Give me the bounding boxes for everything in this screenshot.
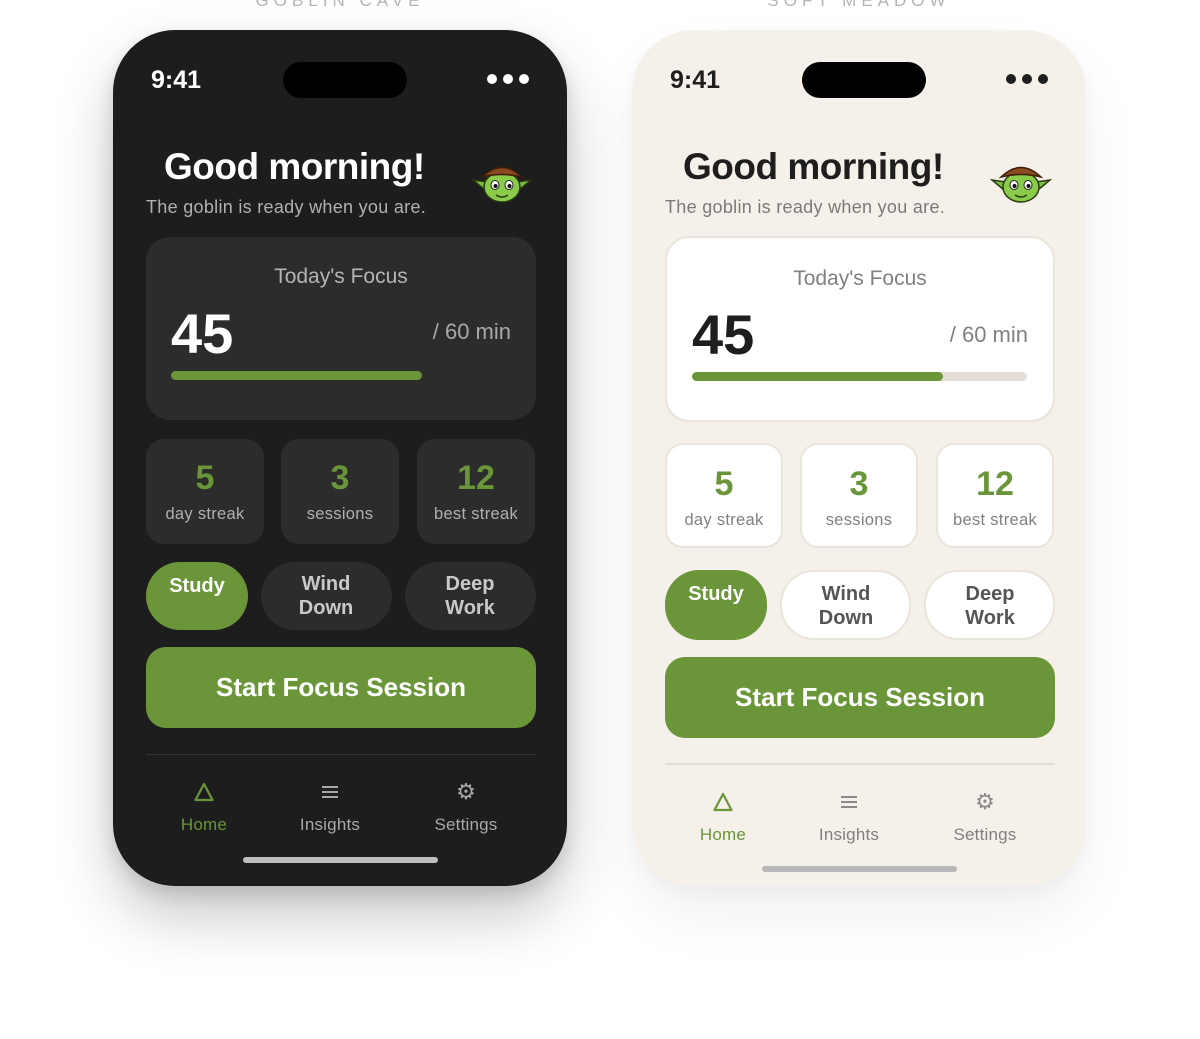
nav-settings[interactable]: ⚙ Settings <box>406 778 526 835</box>
focus-progress-bar <box>171 371 506 380</box>
stat-label: sessions <box>306 505 374 523</box>
mode-deep-work-chip[interactable]: Deep Work <box>924 570 1055 640</box>
stats-row: 5 day streak 3 sessions 12 best streak <box>665 443 1055 548</box>
dynamic-island <box>283 62 407 98</box>
phone-soft-meadow: 9:41 Good morning! The goblin is ready w… <box>632 30 1086 886</box>
nav-label: Home <box>180 815 228 834</box>
home-indicator[interactable] <box>762 866 957 872</box>
stat-sessions: 3 sessions <box>800 443 918 548</box>
nav-insights[interactable]: Insights <box>270 778 390 835</box>
status-time: 9:41 <box>151 66 202 94</box>
todays-focus-card: Today's Focus 45 / 60 min <box>665 236 1055 422</box>
stat-best-streak: 12 best streak <box>936 443 1054 548</box>
stat-sessions: 3 sessions <box>281 439 399 544</box>
stat-label: best streak <box>433 505 518 523</box>
focus-title: Today's Focus <box>793 267 927 290</box>
home-triangle-icon <box>194 782 214 802</box>
mode-label: Deep Work <box>445 573 495 619</box>
nav-home[interactable]: Home <box>663 788 783 845</box>
focus-progress-fill <box>171 371 423 380</box>
nav-label: Insights <box>299 815 361 834</box>
mode-study-chip[interactable]: Study <box>665 570 767 640</box>
home-triangle-icon <box>713 792 733 812</box>
focus-goal: / 60 min <box>432 319 511 344</box>
stat-value: 5 <box>195 459 215 497</box>
nav-settings[interactable]: ⚙ Settings <box>925 788 1045 845</box>
dynamic-island <box>802 62 926 98</box>
theme-label: GOBLIN CAVE <box>255 0 425 10</box>
goblin-mascot-icon <box>990 166 1052 203</box>
mode-label: Study <box>169 575 225 597</box>
stat-label: best streak <box>952 511 1037 529</box>
stat-value: 5 <box>714 465 734 503</box>
mode-deep-work-chip[interactable]: Deep Work <box>405 562 536 630</box>
stat-day-streak: 5 day streak <box>665 443 783 548</box>
stat-label: sessions <box>825 511 893 529</box>
mode-label: Study <box>688 583 744 605</box>
list-icon <box>841 796 857 808</box>
nav-home[interactable]: Home <box>144 778 264 835</box>
focus-goal: / 60 min <box>949 322 1028 347</box>
focus-progress-fill <box>692 372 944 381</box>
todays-focus-card: Today's Focus 45 / 60 min <box>146 237 536 420</box>
more-options-icon[interactable] <box>1006 74 1048 84</box>
greeting-title: Good morning! <box>683 146 944 187</box>
greeting-title: Good morning! <box>164 146 425 187</box>
focus-progress-bar <box>692 372 1027 381</box>
stat-value: 12 <box>976 465 1014 503</box>
greeting-subtitle: The goblin is ready when you are. <box>665 197 946 217</box>
stat-value: 3 <box>330 459 350 497</box>
home-indicator[interactable] <box>243 857 438 863</box>
focus-title: Today's Focus <box>274 265 408 288</box>
theme-label: SOFT MEADOW <box>767 0 951 10</box>
stat-value: 3 <box>849 465 869 503</box>
nav-label: Settings <box>953 825 1017 844</box>
nav-divider <box>665 763 1055 765</box>
greeting-subtitle: The goblin is ready when you are. <box>146 197 427 217</box>
mode-wind-down-chip[interactable]: Wind Down <box>261 562 392 630</box>
stat-day-streak: 5 day streak <box>146 439 264 544</box>
stat-label: day streak <box>165 505 245 523</box>
mode-label: Wind Down <box>298 573 354 619</box>
nav-label: Settings <box>434 815 498 834</box>
stat-value: 12 <box>457 459 495 497</box>
theme-comparison: GOBLIN CAVE 9:41 Good morning! The gobli… <box>0 0 1200 1039</box>
mode-label: Deep Work <box>965 583 1015 629</box>
stats-row: 5 day streak 3 sessions 12 best streak <box>146 439 536 544</box>
mode-wind-down-chip[interactable]: Wind Down <box>780 570 911 640</box>
list-icon <box>322 786 338 798</box>
phone-goblin-cave: 9:41 Good morning! The goblin is ready w… <box>113 30 567 886</box>
more-options-icon[interactable] <box>487 74 529 84</box>
stat-best-streak: 12 best streak <box>417 439 535 544</box>
goblin-mascot-icon <box>471 166 533 203</box>
status-time: 9:41 <box>670 66 721 94</box>
start-focus-session-button[interactable]: Start Focus Session <box>665 657 1055 738</box>
focus-minutes-value: 45 <box>692 303 755 366</box>
focus-minutes-value: 45 <box>171 302 234 365</box>
start-focus-session-button[interactable]: Start Focus Session <box>146 647 536 728</box>
mode-label: Wind Down <box>818 583 874 629</box>
nav-label: Insights <box>818 825 880 844</box>
gear-icon: ⚙ <box>975 789 995 814</box>
gear-icon: ⚙ <box>456 779 476 804</box>
nav-divider <box>146 754 536 755</box>
mode-study-chip[interactable]: Study <box>146 562 248 630</box>
stat-label: day streak <box>684 511 764 529</box>
nav-label: Home <box>699 825 747 844</box>
nav-insights[interactable]: Insights <box>789 788 909 845</box>
